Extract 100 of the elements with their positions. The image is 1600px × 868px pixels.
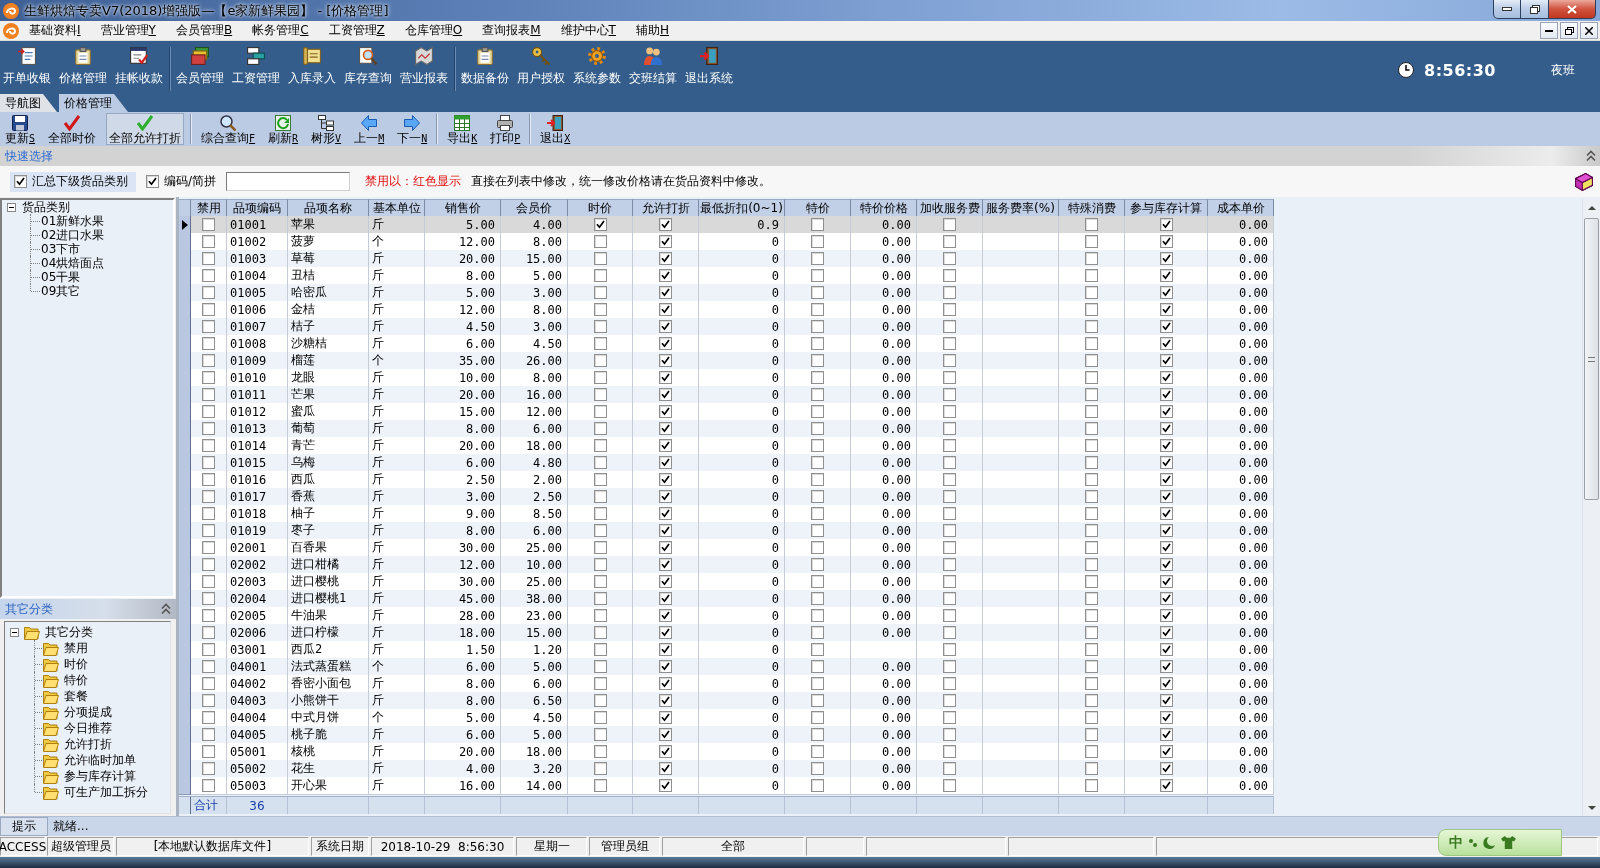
checkbox[interactable] [1159, 218, 1173, 231]
table-row[interactable]: 01010 龙眼 斤 10.00 8.00 0 0.00 0.00 [179, 369, 1274, 386]
checkbox[interactable] [202, 371, 215, 384]
tree-item[interactable]: 09其它 [41, 284, 81, 298]
checkbox[interactable] [593, 456, 607, 469]
checkbox[interactable] [593, 354, 607, 367]
checkbox[interactable] [1085, 303, 1098, 316]
checkbox[interactable] [811, 592, 824, 605]
checkbox[interactable] [593, 626, 607, 639]
checkbox[interactable] [811, 711, 824, 724]
checkbox[interactable] [659, 218, 672, 231]
checkbox[interactable] [1085, 422, 1098, 435]
checkbox[interactable] [202, 286, 215, 299]
checkbox[interactable] [811, 439, 824, 452]
checkbox[interactable] [659, 558, 672, 571]
checkbox[interactable] [1085, 405, 1098, 418]
checkbox[interactable] [202, 626, 215, 639]
checkbox[interactable] [202, 269, 215, 282]
checkbox[interactable] [593, 337, 607, 350]
table-row[interactable]: 05003 开心果 斤 16.00 14.00 0 0.00 0.00 [179, 777, 1274, 794]
checkbox[interactable] [811, 558, 824, 571]
toolbar-button[interactable]: 全部时价 [45, 113, 100, 145]
checkbox[interactable] [202, 541, 215, 554]
checkbox[interactable] [943, 592, 956, 605]
checkbox[interactable] [1085, 507, 1098, 520]
checkbox[interactable] [593, 524, 607, 537]
table-row[interactable]: 04005 桃子脆 斤 6.00 5.00 0 0.00 0.00 [179, 726, 1274, 743]
toolbar-button[interactable]: 退出系统 [685, 47, 733, 87]
table-row[interactable]: 01003 草莓 斤 20.00 15.00 0 0.00 0.00 [179, 250, 1274, 267]
toolbar-button[interactable]: 系统参数 [573, 47, 621, 87]
restore-button[interactable] [1560, 22, 1578, 39]
checkbox[interactable] [1159, 558, 1173, 571]
checkbox[interactable] [1085, 677, 1098, 690]
checkbox[interactable] [202, 388, 215, 401]
checkbox[interactable] [593, 439, 607, 452]
checkbox[interactable] [659, 779, 672, 792]
checkbox[interactable] [943, 694, 956, 707]
checkbox[interactable] [659, 388, 672, 401]
checkbox[interactable] [659, 626, 672, 639]
checkbox[interactable] [943, 473, 956, 486]
checkbox[interactable] [811, 745, 824, 758]
toolbar-button[interactable]: 工资管理 [232, 47, 280, 87]
checkbox[interactable] [943, 507, 956, 520]
table-row[interactable]: 01015 乌梅 斤 6.00 4.80 0 0.00 0.00 [179, 454, 1274, 471]
table-row[interactable]: 01014 青芒 斤 20.00 18.00 0 0.00 0.00 [179, 437, 1274, 454]
checkbox[interactable] [811, 575, 824, 588]
toolbar-button[interactable]: 全部允许打折 [106, 113, 185, 145]
close-button[interactable] [1580, 22, 1598, 39]
checkbox[interactable] [202, 728, 215, 741]
table-row[interactable]: 01012 蜜瓜 斤 15.00 12.00 0 0.00 0.00 [179, 403, 1274, 420]
table-row[interactable]: 04003 小熊饼干 斤 8.00 6.50 0 0.00 0.00 [179, 692, 1274, 709]
checkbox[interactable] [659, 660, 672, 673]
checkbox[interactable] [593, 422, 607, 435]
table-row[interactable]: 05001 核桃 斤 20.00 18.00 0 0.00 0.00 [179, 743, 1274, 760]
checkbox[interactable] [1159, 269, 1173, 282]
checkbox[interactable] [811, 643, 824, 656]
checkbox[interactable] [659, 252, 672, 265]
checkbox[interactable] [202, 320, 215, 333]
checkbox[interactable] [202, 507, 215, 520]
table-row[interactable]: 02002 进口柑橘 斤 12.00 10.00 0 0.00 0.00 [179, 556, 1274, 573]
menu-item[interactable]: 维护中心T [550, 21, 626, 40]
checkbox[interactable] [202, 762, 215, 775]
checkbox[interactable] [1159, 252, 1173, 265]
minimize-button[interactable] [1540, 22, 1558, 39]
checkbox[interactable] [811, 728, 824, 741]
tree-item[interactable]: 套餐 [64, 689, 88, 703]
checkbox[interactable] [811, 252, 824, 265]
checkbox[interactable] [943, 609, 956, 622]
checkbox[interactable] [943, 320, 956, 333]
table-row[interactable]: 02003 进口樱桃 斤 30.00 25.00 0 0.00 0.00 [179, 573, 1274, 590]
toolbar-button[interactable]: 会员管理 [176, 47, 224, 87]
checkbox[interactable] [1085, 660, 1098, 673]
tree-item[interactable]: 05干果 [41, 270, 81, 284]
input-mode-label[interactable]: 中 [1449, 833, 1463, 852]
checkbox[interactable] [943, 660, 956, 673]
tree-item[interactable]: 时价 [64, 657, 88, 671]
checkbox[interactable] [943, 252, 956, 265]
checkbox[interactable] [1159, 711, 1173, 724]
checkbox[interactable] [202, 218, 215, 231]
option[interactable]: 编码/简拼 [142, 171, 225, 192]
checkbox[interactable] [811, 541, 824, 554]
menu-item[interactable]: 营业管理Y [90, 21, 166, 40]
checkbox[interactable] [1159, 660, 1173, 673]
checkbox[interactable] [811, 507, 824, 520]
tab[interactable]: 导航图 [0, 94, 57, 112]
checkbox[interactable] [202, 660, 215, 673]
checkbox[interactable] [811, 371, 824, 384]
checkbox[interactable] [593, 728, 607, 741]
tree-item[interactable]: 允许打折 [64, 737, 112, 751]
checkbox[interactable] [202, 303, 215, 316]
checkbox[interactable] [943, 422, 956, 435]
checkbox[interactable] [202, 252, 215, 265]
checkbox[interactable] [1085, 473, 1098, 486]
menu-item[interactable]: 会员管理B [165, 21, 243, 40]
checkbox[interactable] [943, 541, 956, 554]
tree-item[interactable]: 04烘焙面点 [41, 256, 105, 270]
checkbox[interactable] [593, 218, 607, 231]
table-row[interactable]: 01008 沙糖桔 斤 6.00 4.50 0 0.00 0.00 [179, 335, 1274, 352]
checkbox[interactable] [811, 303, 824, 316]
minus-box-icon[interactable] [10, 627, 19, 637]
